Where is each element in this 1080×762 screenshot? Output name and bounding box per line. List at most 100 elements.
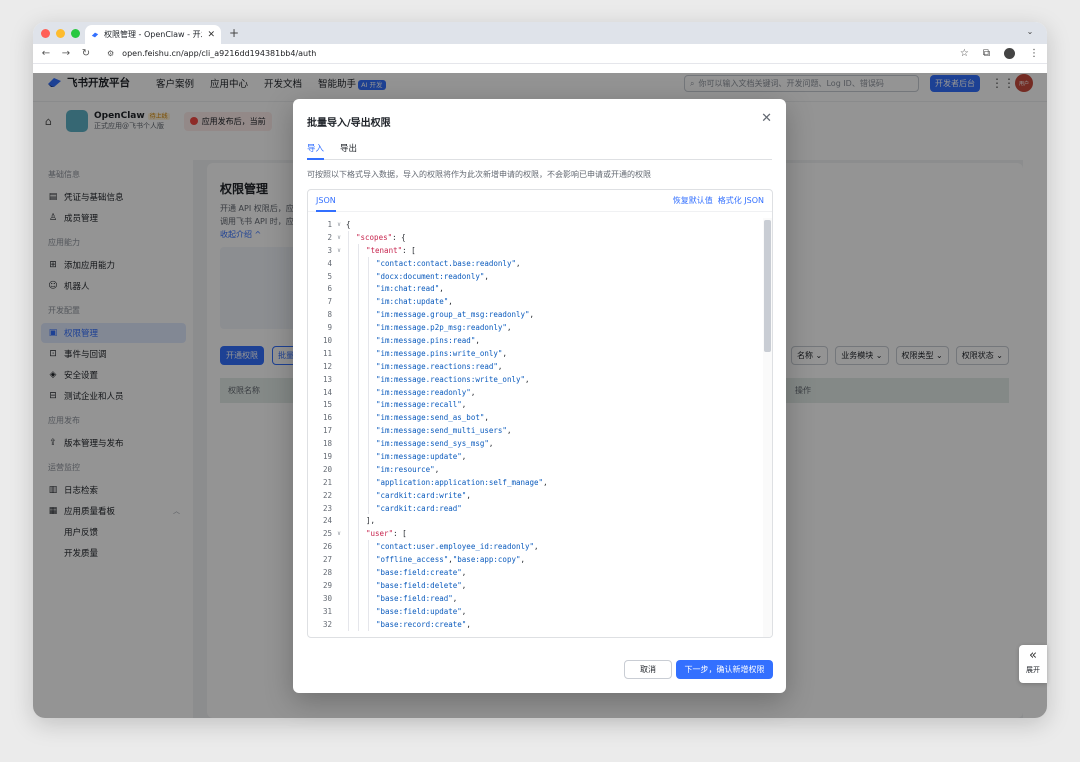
- code-line: 31 "base:field:update",: [308, 604, 762, 618]
- new-tab-button[interactable]: +: [229, 26, 239, 40]
- line-number: 3: [327, 245, 332, 255]
- tab-json[interactable]: JSON: [316, 190, 336, 212]
- close-window-button[interactable]: [41, 29, 50, 38]
- json-editor[interactable]: JSON 恢复默认值 格式化 JSON 1 ∨{2 ∨ "scopes": {3 ∨ "t…: [307, 189, 773, 638]
- editor-scrollbar[interactable]: [763, 218, 772, 637]
- line-number: 26: [322, 542, 332, 552]
- double-chevron-left-icon: «: [1029, 648, 1037, 663]
- code-line: 13 "im:message.reactions:write_only",: [308, 372, 762, 386]
- line-number: 21: [322, 477, 332, 487]
- fold-chevron-icon[interactable]: ∨: [332, 247, 346, 254]
- scrollbar-thumb[interactable]: [764, 220, 771, 352]
- minimize-window-button[interactable]: [56, 29, 65, 38]
- feishu-favicon-icon: [91, 32, 99, 37]
- json-string: "base:app:copy": [452, 555, 521, 565]
- line-number: 14: [322, 387, 332, 397]
- json-string: "docx:document:readonly": [376, 271, 485, 281]
- line-number: 20: [322, 464, 332, 474]
- json-punctuation: {: [346, 219, 351, 229]
- line-number: 5: [327, 271, 332, 281]
- modal-description: 可按照以下格式导入数据，导入的权限将作为此次新增申请的权限，不会影响已申请或开通…: [307, 170, 651, 179]
- code-line: 18 "im:message:send_sys_msg",: [308, 437, 762, 451]
- line-number: 18: [322, 439, 332, 449]
- restore-default-button[interactable]: 恢复默认值: [673, 195, 713, 206]
- json-punctuation: ,: [484, 271, 489, 281]
- json-string: "contact:contact.base:readonly": [376, 258, 516, 268]
- code-area[interactable]: 1 ∨{2 ∨ "scopes": {3 ∨ "tenant": [4 "contact:c…: [308, 218, 762, 637]
- line-number: 15: [322, 400, 332, 410]
- line-number: 24: [322, 516, 332, 526]
- json-string: "base:field:update": [376, 606, 462, 616]
- json-punctuation: ,: [461, 400, 467, 410]
- line-number: 7: [327, 297, 332, 307]
- line-number: 2: [327, 232, 332, 242]
- cancel-button[interactable]: 取消: [624, 660, 672, 679]
- json-punctuation: ,: [497, 361, 503, 371]
- site-settings-icon[interactable]: ⚙: [107, 49, 114, 58]
- extensions-icon[interactable]: ⧉: [983, 48, 990, 59]
- json-string: "base:field:read": [376, 593, 453, 603]
- json-string: "im:message.pins:read": [376, 335, 476, 345]
- tab-close-icon[interactable]: ✕: [207, 30, 215, 40]
- json-punctuation: ,: [461, 580, 467, 590]
- forward-icon[interactable]: →: [61, 48, 71, 59]
- json-string: "im:message.reactions:read": [376, 361, 498, 371]
- tab-import[interactable]: 导入: [307, 141, 325, 160]
- line-number: 22: [322, 490, 332, 500]
- json-punctuation: ,: [475, 335, 480, 345]
- json-punctuation: ,: [520, 555, 526, 565]
- fold-chevron-icon[interactable]: ∨: [332, 221, 346, 228]
- json-string: "im:message:send_as_bot": [376, 413, 485, 423]
- line-number: 25: [322, 529, 332, 539]
- bookmark-star-icon[interactable]: ☆: [960, 48, 969, 59]
- line-number: 11: [322, 348, 332, 358]
- fold-chevron-icon[interactable]: ∨: [332, 234, 346, 241]
- code-line: 2 ∨ "scopes": {: [308, 230, 762, 244]
- line-number: 23: [322, 503, 332, 513]
- reload-icon[interactable]: ↻: [81, 48, 91, 59]
- line-number: 16: [322, 413, 332, 423]
- code-line: 16 "im:message:send_as_bot",: [308, 411, 762, 425]
- json-punctuation: ,: [461, 606, 467, 616]
- json-punctuation: ],: [366, 516, 376, 526]
- code-line: 4 "contact:contact.base:readonly",: [308, 256, 762, 270]
- json-key: "tenant": [366, 245, 403, 255]
- json-string: "im:message:update": [376, 451, 462, 461]
- json-string: "im:message.reactions:write_only": [376, 374, 526, 384]
- maximize-window-button[interactable]: [71, 29, 80, 38]
- json-string: "base:field:create": [376, 567, 462, 577]
- json-punctuation: ,: [502, 348, 507, 358]
- json-string: "im:chat:read": [376, 284, 440, 294]
- url-bar[interactable]: ⚙ open.feishu.cn/app/cli_a9216dd194381bb…: [101, 46, 950, 61]
- profile-avatar-icon[interactable]: [1004, 48, 1015, 59]
- tab-search-icon[interactable]: ⌄: [1023, 27, 1037, 39]
- code-line: 24],: [308, 514, 762, 528]
- json-punctuation: ,: [506, 426, 512, 436]
- code-line: 25 ∨ "user": [: [308, 527, 762, 541]
- close-icon[interactable]: ✕: [761, 111, 772, 126]
- format-json-button[interactable]: 格式化 JSON: [718, 195, 764, 206]
- code-line: 21 "application:application:self_manage",: [308, 475, 762, 489]
- json-punctuation: ,: [466, 490, 471, 500]
- code-line: 19 "im:message:update",: [308, 450, 762, 463]
- json-string: "contact:user.employee_id:readonly": [376, 542, 535, 552]
- json-punctuation: : [: [402, 245, 416, 255]
- json-punctuation: ,: [448, 297, 453, 307]
- next-confirm-button[interactable]: 下一步，确认新增权限: [676, 660, 773, 679]
- code-line: 27 "offline_access", "base:app:copy",: [308, 553, 762, 567]
- tab-export[interactable]: 导出: [340, 141, 357, 159]
- line-number: 31: [322, 606, 332, 616]
- back-icon[interactable]: ←: [41, 48, 51, 59]
- browser-menu-icon[interactable]: ⋮: [1029, 48, 1039, 59]
- json-punctuation: ,: [484, 413, 489, 423]
- code-line: 29 "base:field:delete",: [308, 578, 762, 592]
- browser-tab[interactable]: 权限管理 - OpenClaw - 开发者 ✕: [85, 25, 221, 44]
- json-key: "scopes": [356, 232, 393, 242]
- line-number: 27: [322, 555, 332, 565]
- json-punctuation: ,: [470, 387, 476, 397]
- modal-tabs: 导入 导出: [307, 141, 772, 160]
- expand-panel-button[interactable]: « 展开: [1019, 645, 1047, 683]
- json-string: "im:message:send_sys_msg": [376, 439, 489, 449]
- code-line: 15 "im:message:recall",: [308, 398, 762, 412]
- fold-chevron-icon[interactable]: ∨: [332, 530, 346, 537]
